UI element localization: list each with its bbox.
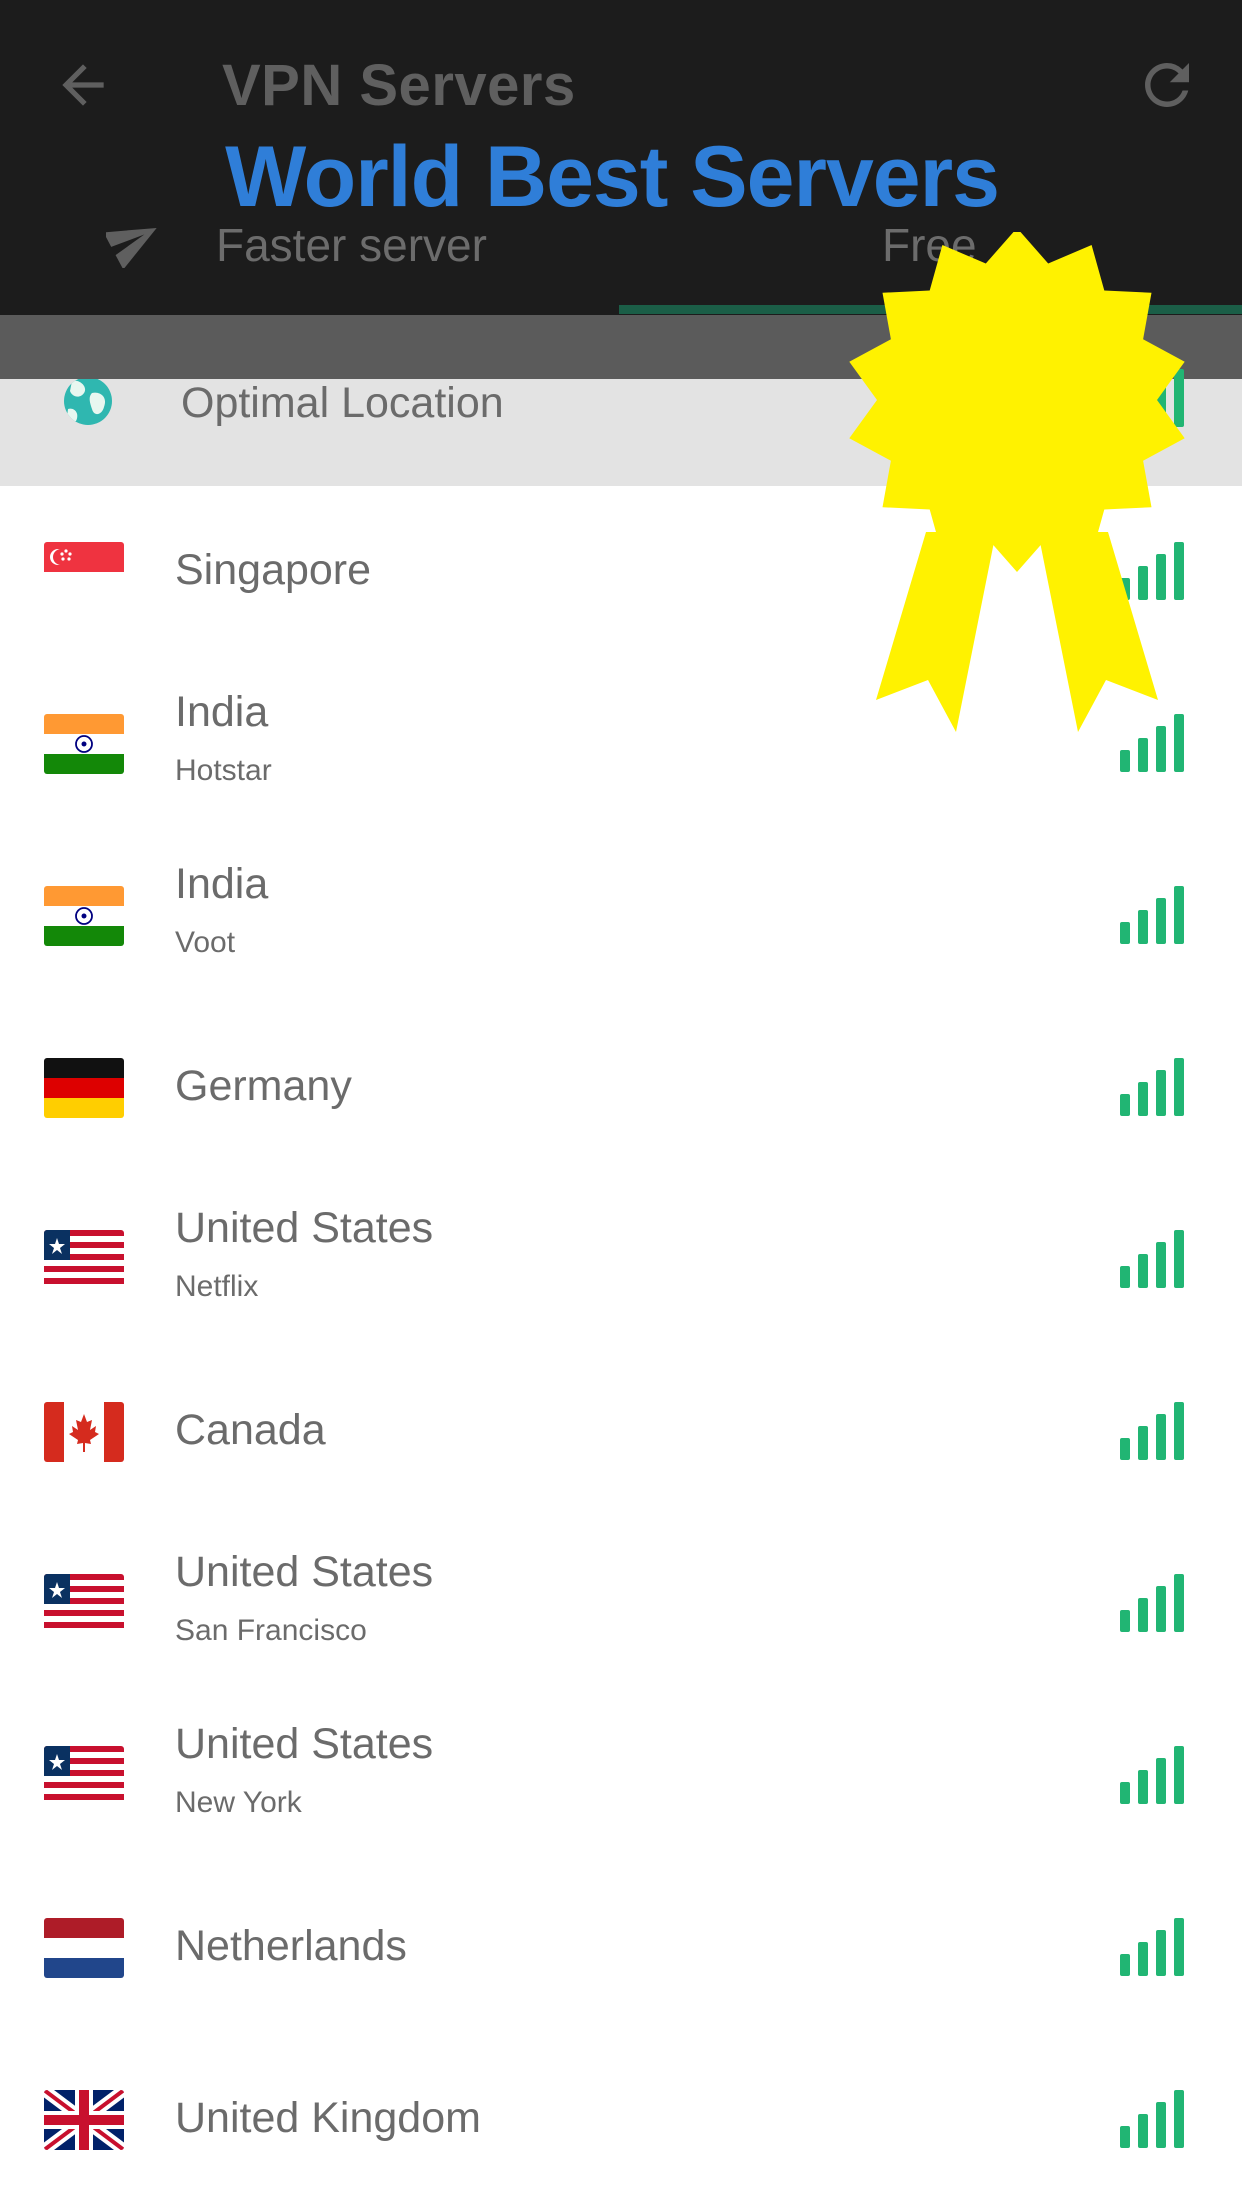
usa-flag-icon — [44, 1746, 124, 1806]
server-name: India — [175, 688, 269, 736]
server-name: Singapore — [175, 546, 372, 594]
globe-icon — [64, 379, 112, 425]
server-subtitle: Hotstar — [175, 754, 272, 787]
server-name: Germany — [175, 1062, 352, 1110]
page-title: VPN Servers — [222, 53, 576, 118]
promo-banner-title: World Best Servers — [225, 129, 1000, 225]
signal-strength-icon — [1120, 1918, 1184, 1976]
canada-flag-icon — [44, 1402, 124, 1462]
server-row[interactable]: India Voot — [0, 830, 1242, 1002]
server-name: India — [175, 860, 269, 908]
india-flag-icon — [44, 886, 124, 946]
signal-strength-icon — [1120, 1574, 1184, 1632]
refresh-icon[interactable] — [1134, 52, 1200, 118]
award-ribbon-star-icon — [849, 232, 1185, 732]
signal-strength-icon — [1120, 1402, 1184, 1460]
server-name: United States — [175, 1548, 434, 1596]
server-name: United States — [175, 1204, 434, 1252]
server-row[interactable]: United States San Francisco — [0, 1518, 1242, 1690]
netherlands-flag-icon — [44, 1918, 124, 1978]
arrow-left-icon[interactable] — [52, 54, 114, 116]
signal-strength-icon — [1120, 1230, 1184, 1288]
server-row[interactable]: United States Netflix — [0, 1174, 1242, 1346]
server-subtitle: San Francisco — [175, 1614, 367, 1647]
server-row[interactable]: Canada — [0, 1346, 1242, 1518]
server-name: United Kingdom — [175, 2094, 481, 2142]
signal-strength-icon — [1120, 886, 1184, 944]
india-flag-icon — [44, 714, 124, 774]
usa-flag-icon — [44, 1230, 124, 1290]
server-name: United States — [175, 1720, 434, 1768]
server-row[interactable]: United States New York — [0, 1690, 1242, 1862]
server-row[interactable]: Germany — [0, 1002, 1242, 1174]
server-subtitle: Voot — [175, 926, 236, 959]
signal-strength-icon — [1120, 2090, 1184, 2148]
optimal-location-label: Optimal Location — [181, 379, 504, 427]
germany-flag-icon — [44, 1058, 124, 1118]
server-row[interactable]: Netherlands — [0, 1862, 1242, 2034]
signal-strength-icon — [1120, 1058, 1184, 1116]
server-row[interactable]: United Kingdom — [0, 2034, 1242, 2206]
server-subtitle: New York — [175, 1786, 302, 1819]
usa-flag-icon — [44, 1574, 124, 1634]
server-name: Netherlands — [175, 1922, 407, 1970]
singapore-flag-icon — [44, 542, 124, 602]
server-name: Canada — [175, 1406, 326, 1454]
signal-strength-icon — [1120, 1746, 1184, 1804]
uk-flag-icon — [44, 2090, 124, 2150]
server-subtitle: Netflix — [175, 1270, 259, 1303]
